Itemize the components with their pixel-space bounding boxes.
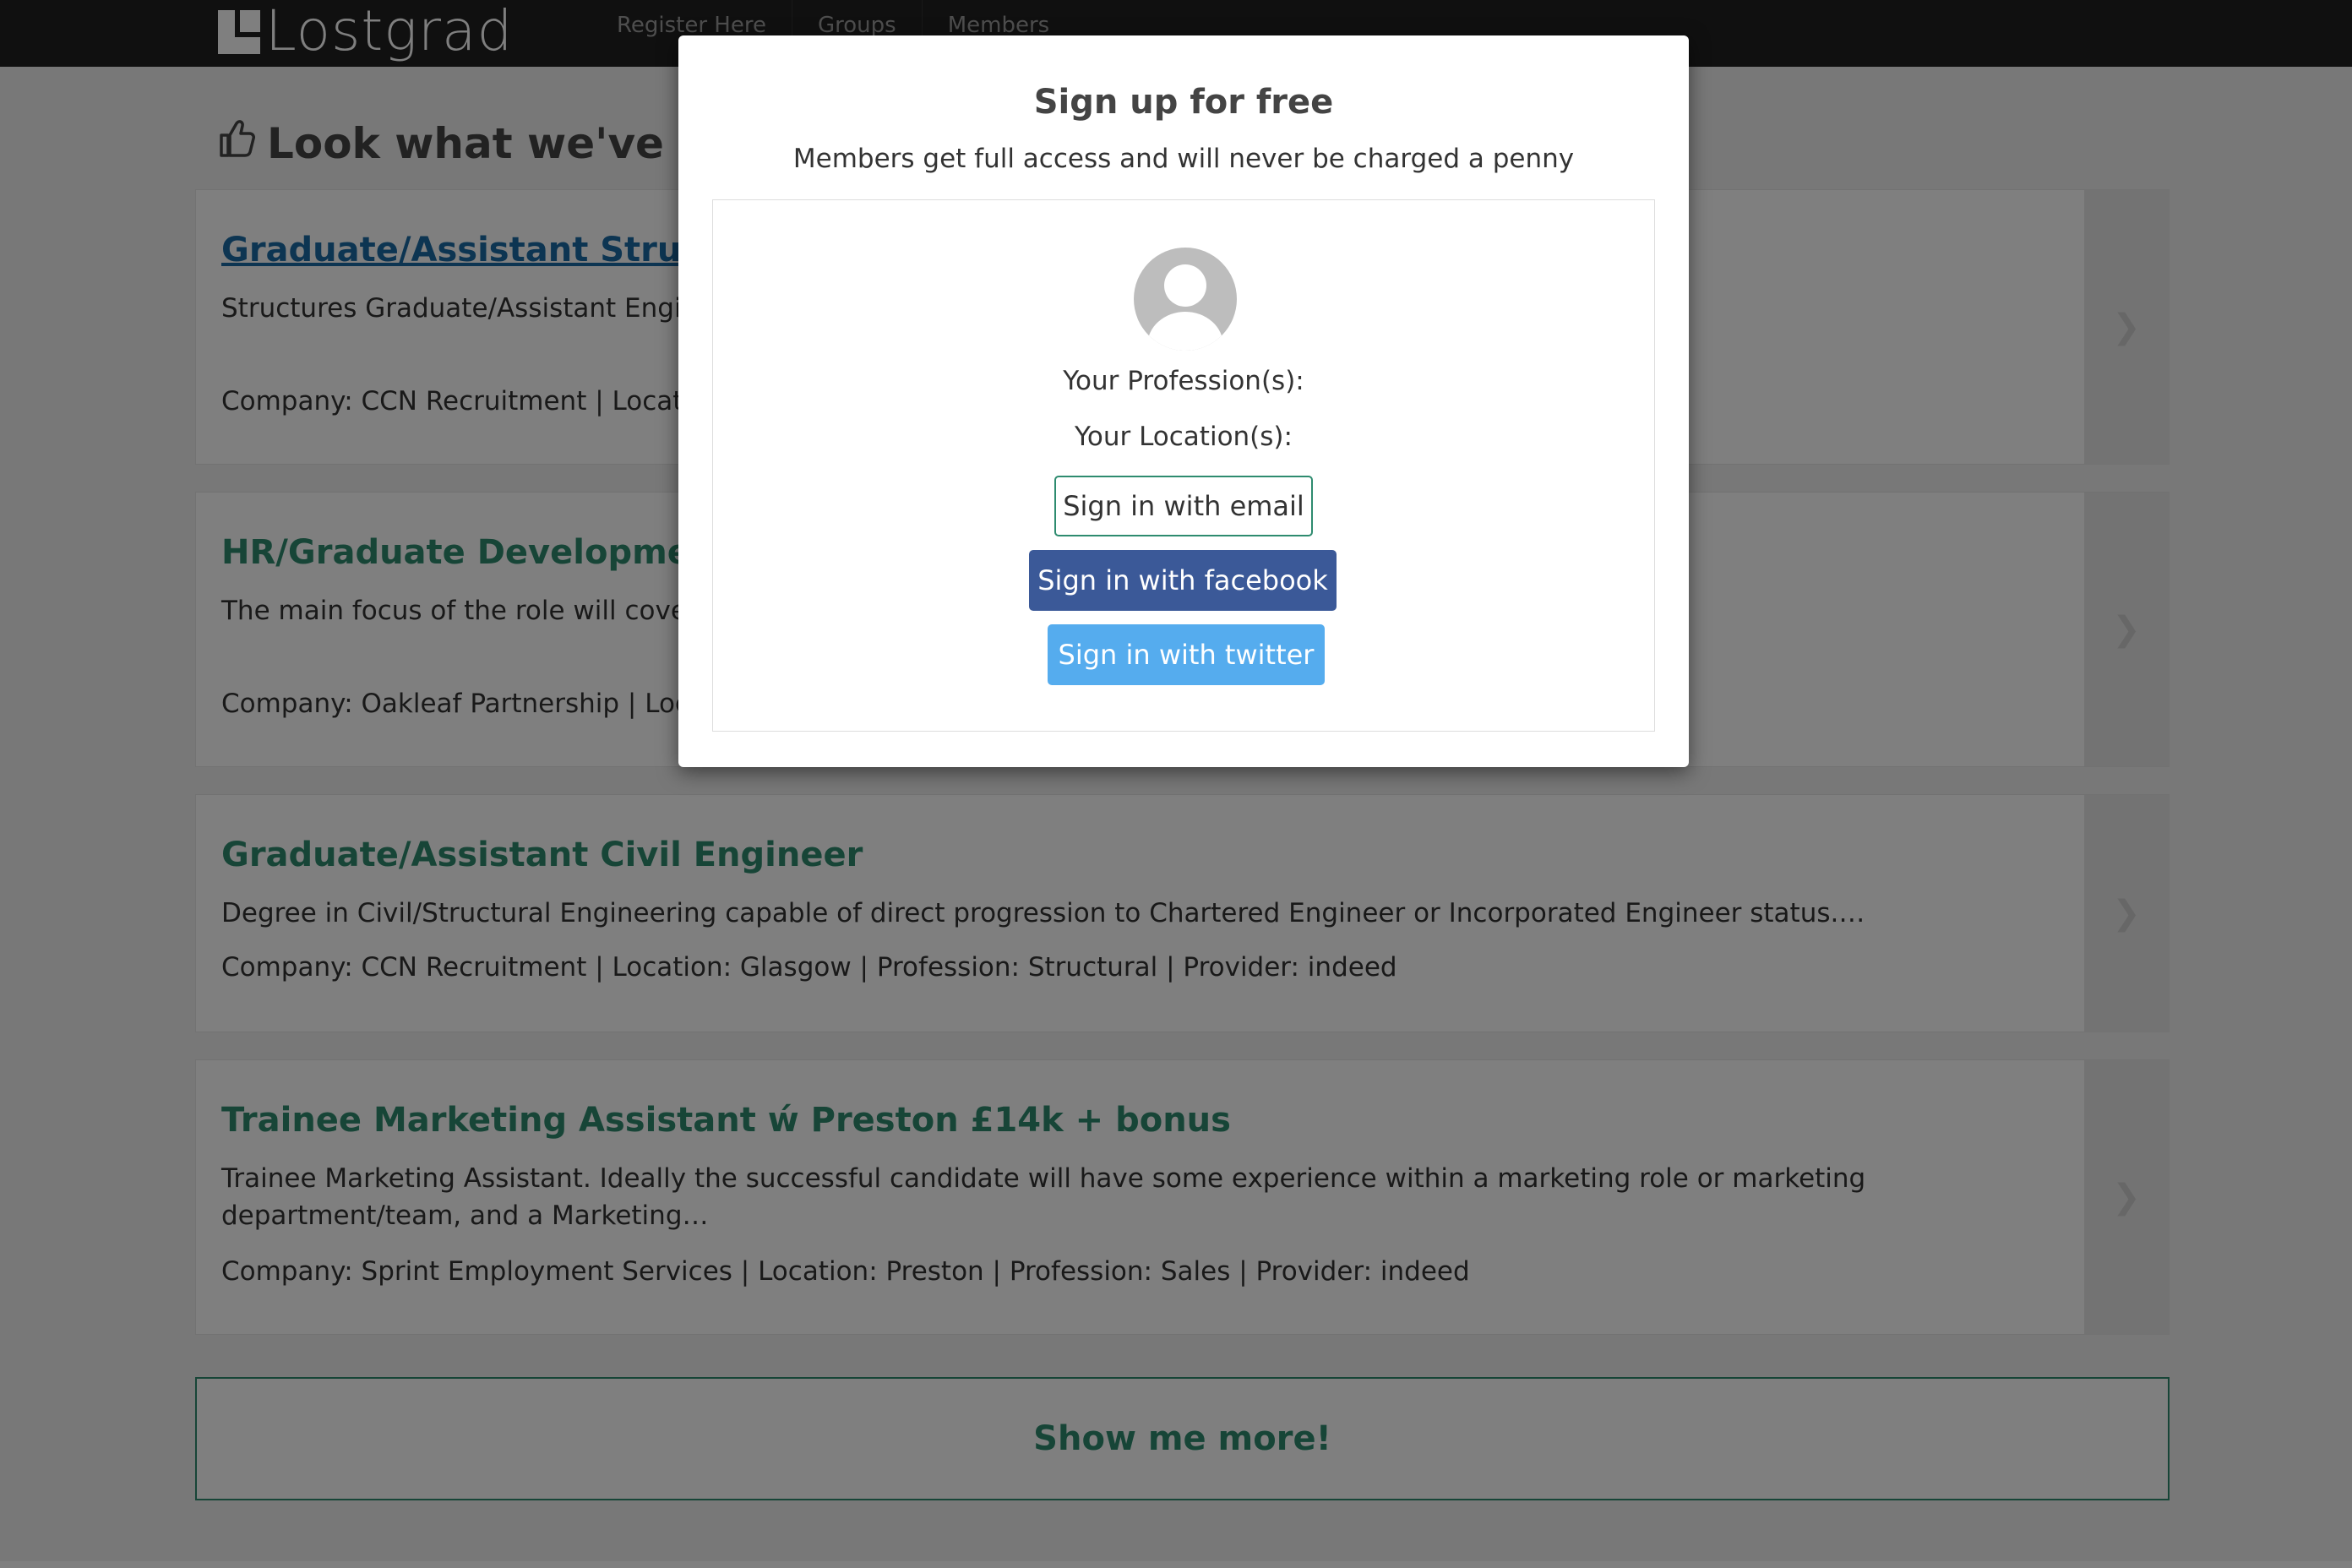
signup-modal: Sign up for free Members get full access…: [678, 35, 1689, 767]
modal-subtitle: Members get full access and will never b…: [792, 144, 1575, 174]
modal-title: Sign up for free: [1033, 83, 1334, 122]
sign-in-facebook-button[interactable]: Sign in with facebook: [1029, 550, 1337, 611]
sign-in-twitter-button[interactable]: Sign in with twitter: [1048, 624, 1325, 685]
location-label: Your Location(s):: [1075, 422, 1293, 452]
signup-panel: Your Profession(s): Your Location(s): Si…: [712, 199, 1655, 732]
avatar-icon: [1134, 248, 1237, 351]
profession-label: Your Profession(s):: [1063, 366, 1304, 396]
sign-in-email-button[interactable]: Sign in with email: [1054, 476, 1313, 536]
